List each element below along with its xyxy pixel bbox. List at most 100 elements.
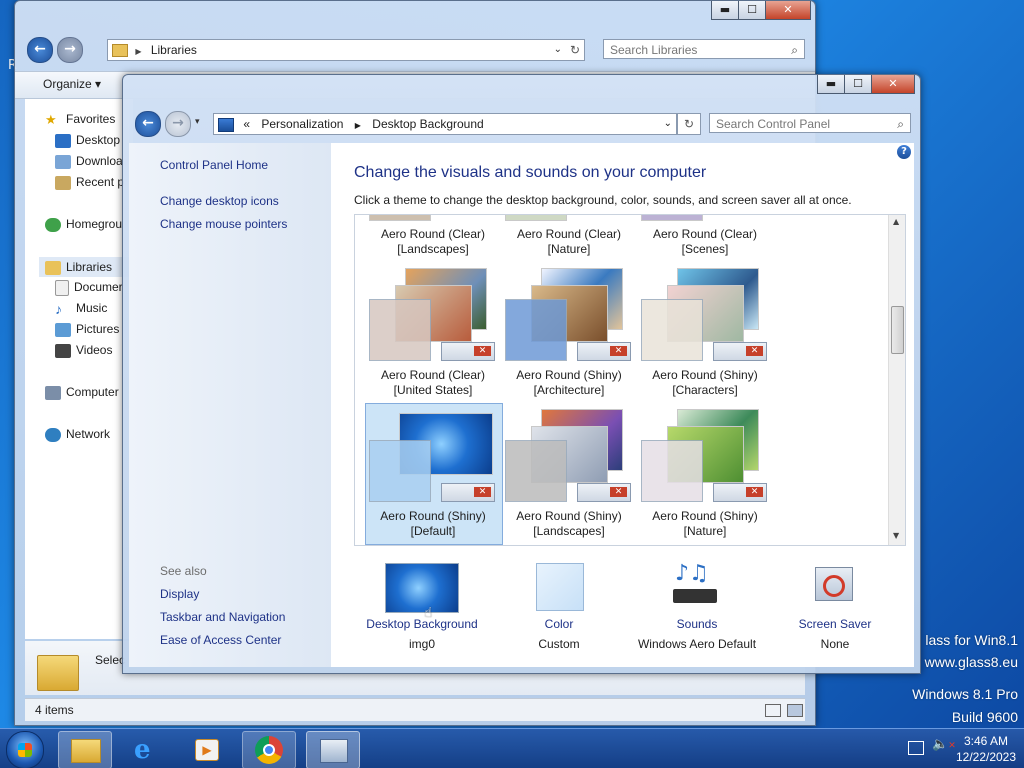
nav-music[interactable]: ♪ Music	[55, 301, 107, 316]
theme-thumb[interactable]	[641, 215, 703, 221]
gallery-scrollbar[interactable]: ▲ ▼	[888, 215, 905, 545]
nav-downloads[interactable]: Downloa	[55, 154, 123, 169]
explorer-search-placeholder: Search Libraries	[610, 43, 698, 57]
display-link[interactable]: Display	[160, 587, 199, 601]
network-tray-icon[interactable]	[908, 741, 924, 755]
theme-label[interactable]: Aero Round (Shiny) [Characters]	[637, 368, 773, 398]
cp-refresh-button[interactable]: ↻	[677, 113, 701, 135]
large-icons-view-icon[interactable]	[787, 704, 803, 717]
theme-label[interactable]: Aero Round (Shiny) [Default]	[365, 509, 501, 539]
explorer-close-button[interactable]: ✕	[765, 1, 811, 20]
sounds-label[interactable]: Sounds	[627, 617, 767, 631]
nav-homegroup[interactable]: Homegrou	[45, 217, 122, 232]
pictures-icon	[55, 322, 71, 337]
nav-documents[interactable]: Documer	[55, 280, 123, 296]
breadcrumb-separator: ▶	[354, 121, 361, 130]
screen-saver-label[interactable]: Screen Saver	[771, 617, 899, 631]
taskbar-navigation-link[interactable]: Taskbar and Navigation	[160, 610, 285, 624]
clock-date[interactable]: 12/22/2023	[952, 750, 1020, 764]
breadcrumb-personalization[interactable]: Personalization	[261, 117, 343, 131]
explorer-minimize-button[interactable]: ▬	[711, 1, 739, 20]
scroll-down-icon[interactable]: ▼	[893, 531, 899, 540]
scroll-up-icon[interactable]: ▲	[893, 217, 899, 226]
help-button[interactable]: ?	[897, 145, 911, 159]
theme-label[interactable]: Aero Round (Shiny) [Nature]	[637, 509, 773, 539]
explorer-address-bar[interactable]: ▶ Libraries ⌄ ↻	[107, 39, 585, 61]
theme-label[interactable]: Aero Round (Clear) [Scenes]	[637, 227, 773, 257]
address-path: Libraries	[150, 43, 197, 57]
cp-forward-button[interactable]: →	[165, 111, 191, 137]
color-label[interactable]: Color	[493, 617, 625, 631]
scroll-thumb[interactable]	[891, 306, 904, 354]
explorer-search-input[interactable]: Search Libraries ⌕	[603, 39, 805, 59]
details-view-icon[interactable]	[765, 704, 781, 717]
nav-recent[interactable]: Recent p	[55, 175, 124, 190]
taskbar-media-player-button[interactable]: ▶	[180, 731, 232, 767]
address-chevron: ▶	[135, 47, 142, 56]
see-also-heading: See also	[160, 564, 207, 578]
theme-sound-icon: ✕	[577, 342, 631, 361]
status-items-count: 4 items	[35, 703, 74, 717]
folder-icon	[71, 739, 101, 763]
cp-home-link[interactable]: Control Panel Home	[160, 158, 268, 172]
change-mouse-pointers-link[interactable]: Change mouse pointers	[160, 217, 287, 231]
address-dropdown-icon[interactable]: ⌄	[554, 40, 562, 60]
cp-back-button[interactable]: ←	[135, 111, 161, 137]
explorer-back-button[interactable]: ←	[27, 37, 53, 63]
desktop-background-setting[interactable]: ☝ Desktop Background img0	[354, 561, 494, 651]
theme-thumb[interactable]	[369, 215, 431, 221]
nav-computer[interactable]: Computer	[45, 385, 119, 400]
cp-maximize-button[interactable]: ☐	[844, 75, 872, 94]
control-panel-icon	[218, 117, 234, 132]
start-button[interactable]	[6, 731, 44, 768]
explorer-maximize-button[interactable]: ☐	[738, 1, 766, 20]
nav-videos[interactable]: Videos	[55, 343, 112, 358]
theme-sound-icon: ✕	[441, 483, 495, 502]
change-desktop-icons-link[interactable]: Change desktop icons	[160, 194, 279, 208]
cp-address-bar[interactable]: « Personalization ▶ Desktop Background ⌄	[213, 113, 677, 135]
theme-thumb[interactable]	[505, 215, 567, 221]
theme-label[interactable]: Aero Round (Clear) [United States]	[365, 368, 501, 398]
cp-minimize-button[interactable]: ▬	[817, 75, 845, 94]
theme-sound-icon: ✕	[441, 342, 495, 361]
explorer-forward-button[interactable]: →	[57, 37, 83, 63]
cp-history-dropdown[interactable]: ▾	[195, 117, 200, 127]
theme-color-swatch	[369, 440, 431, 502]
taskbar-ie-button[interactable]: e	[122, 731, 174, 767]
sounds-setting[interactable]: ♪♫ Sounds Windows Aero Default	[627, 561, 767, 651]
breadcrumb-desktop-background[interactable]: Desktop Background	[372, 117, 483, 131]
screen-saver-setting[interactable]: Screen Saver None	[771, 561, 901, 651]
windows-logo-icon	[18, 743, 32, 757]
nav-network[interactable]: Network	[45, 427, 110, 442]
theme-color-swatch	[369, 299, 431, 361]
cp-search-input[interactable]: Search Control Panel ⌕	[709, 113, 911, 133]
details-select-text: Selec	[95, 653, 126, 667]
taskbar-control-panel-button[interactable]	[306, 731, 360, 768]
theme-color-swatch	[505, 299, 567, 361]
theme-label[interactable]: Aero Round (Clear) [Nature]	[501, 227, 637, 257]
refresh-icon[interactable]: ↻	[570, 40, 580, 60]
theme-gallery[interactable]: ▲ ▼ Aero Round (Clear) [Landscapes] Aero …	[354, 214, 906, 546]
cp-address-dropdown-icon[interactable]: ⌄	[664, 114, 672, 134]
taskbar-explorer-button[interactable]	[58, 731, 112, 768]
homegroup-icon	[45, 217, 61, 232]
theme-label[interactable]: Aero Round (Clear) [Landscapes]	[365, 227, 501, 257]
media-player-icon: ▶	[195, 739, 219, 761]
watermark-line2: www.glass8.eu	[924, 654, 1018, 670]
nav-favorites[interactable]: ★ Favorites	[45, 112, 115, 127]
explorer-nav-pane: ★ Favorites Desktop Downloa Recent p Home…	[25, 99, 139, 639]
taskbar-chrome-button[interactable]	[242, 731, 296, 768]
ease-of-access-link[interactable]: Ease of Access Center	[160, 633, 281, 647]
screen-saver-value: None	[820, 637, 850, 651]
color-setting[interactable]: Color Custom	[493, 561, 623, 651]
nav-desktop[interactable]: Desktop	[55, 133, 120, 148]
theme-label[interactable]: Aero Round (Shiny) [Architecture]	[501, 368, 637, 398]
folder-icon	[112, 44, 128, 58]
explorer-status-bar: 4 items	[25, 698, 805, 721]
cp-close-button[interactable]: ✕	[871, 75, 915, 94]
nav-pictures[interactable]: Pictures	[55, 322, 119, 337]
theme-label[interactable]: Aero Round (Shiny) [Landscapes]	[501, 509, 637, 539]
organize-button[interactable]: Organize ▾	[43, 77, 101, 91]
desktop-background-label[interactable]: Desktop Background	[354, 617, 490, 631]
clock-time[interactable]: 3:46 AM	[956, 734, 1016, 748]
